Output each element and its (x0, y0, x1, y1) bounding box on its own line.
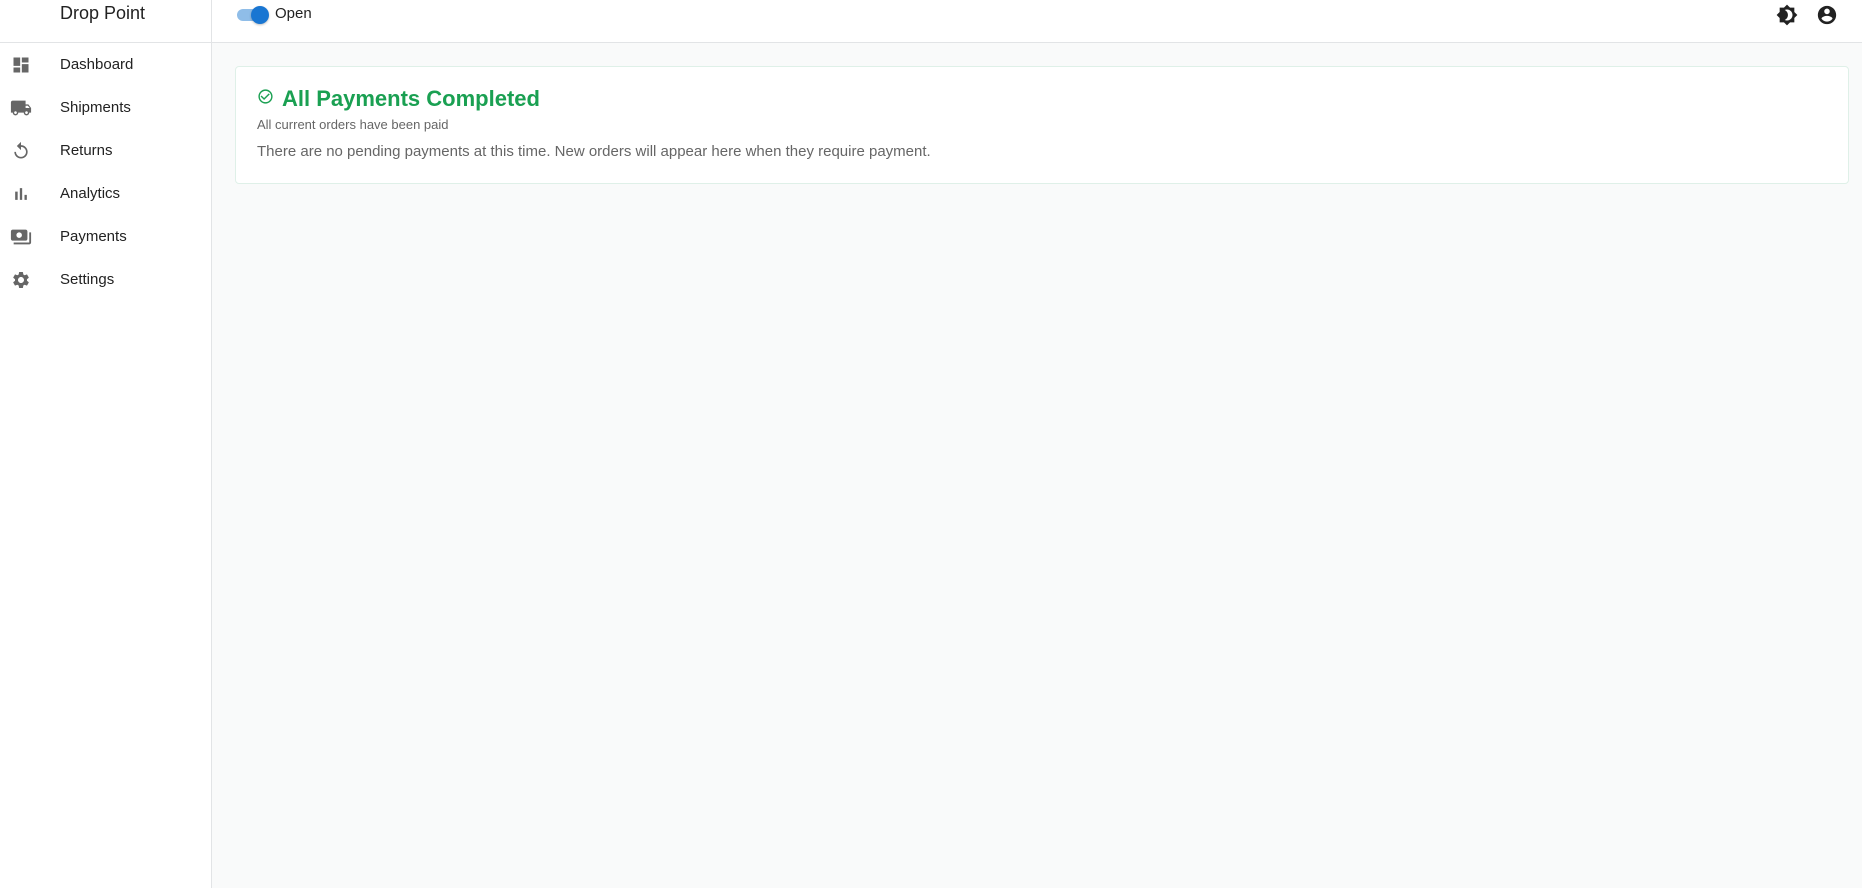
dashboard-icon (10, 54, 32, 76)
card-title: All Payments Completed (282, 86, 540, 111)
sidebar-item-analytics[interactable]: Analytics (0, 172, 211, 215)
sidebar: Drop Point Dashboard Shipments Returns A… (0, 0, 212, 888)
card-subtitle: All current orders have been paid (257, 117, 449, 132)
sidebar-item-dashboard[interactable]: Dashboard (0, 43, 211, 86)
card-message: There are no pending payments at this ti… (257, 143, 931, 160)
status-toggle[interactable] (235, 5, 269, 24)
app-title: Drop Point (60, 3, 146, 23)
sidebar-item-label: Payments (60, 228, 127, 245)
topbar: Open (212, 0, 1862, 43)
sidebar-item-returns[interactable]: Returns (0, 129, 211, 172)
sidebar-item-label: Returns (60, 142, 113, 159)
payments-icon (10, 226, 32, 248)
sidebar-item-label: Analytics (60, 185, 121, 202)
card-title-row: All Payments Completed (257, 86, 540, 112)
sidebar-item-shipments[interactable]: Shipments (0, 86, 211, 129)
sidebar-item-settings[interactable]: Settings (0, 258, 211, 301)
payments-status-card: All Payments Completed All current order… (235, 66, 1849, 184)
gear-icon (10, 269, 32, 291)
brand-area: Drop Point (0, 0, 211, 43)
truck-icon (10, 97, 32, 119)
status-toggle-label: Open (275, 5, 312, 22)
sidebar-item-payments[interactable]: Payments (0, 215, 211, 258)
sidebar-nav: Dashboard Shipments Returns Analytics Pa… (0, 43, 211, 301)
toggle-thumb (251, 6, 269, 24)
check-circle-icon (257, 88, 274, 110)
undo-icon (10, 140, 32, 162)
sidebar-item-label: Settings (60, 271, 115, 288)
bar-chart-icon (10, 183, 32, 205)
sidebar-item-label: Dashboard (60, 56, 134, 73)
account-circle-icon[interactable] (1815, 3, 1839, 27)
sidebar-item-label: Shipments (60, 99, 131, 116)
brightness-icon[interactable] (1775, 3, 1799, 27)
app-root: Drop Point Dashboard Shipments Returns A… (0, 0, 1862, 888)
